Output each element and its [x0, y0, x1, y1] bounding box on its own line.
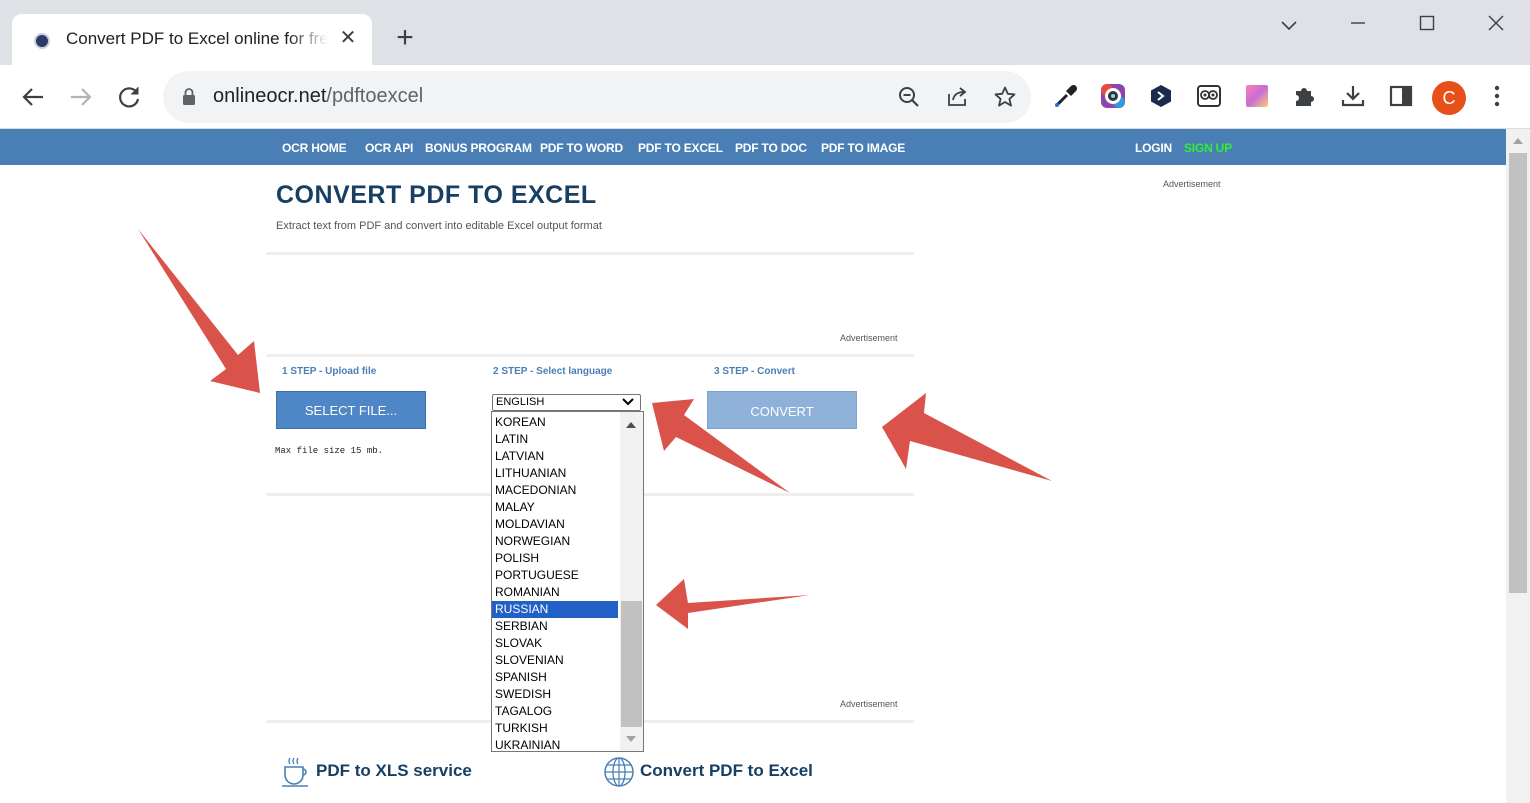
language-option[interactable]: TAGALOG — [492, 703, 618, 720]
side-advertisement-label: Advertisement — [1163, 179, 1221, 189]
nav-pdf-to-doc[interactable]: PDF TO DOC — [735, 141, 807, 155]
menu-icon[interactable] — [1484, 83, 1510, 109]
language-option[interactable]: ROMANIAN — [492, 584, 618, 601]
language-option[interactable]: MALAY — [492, 499, 618, 516]
language-option[interactable]: LITHUANIAN — [492, 465, 618, 482]
scroll-up-arrow-icon[interactable] — [626, 422, 636, 428]
language-option[interactable]: PORTUGUESE — [492, 567, 618, 584]
max-file-size-note: Max file size 15 mb. — [275, 446, 384, 456]
tab-search-icon[interactable] — [1274, 10, 1304, 40]
nav-pdf-to-word[interactable]: PDF TO WORD — [540, 141, 623, 155]
language-option[interactable]: LATVIAN — [492, 448, 618, 465]
language-option[interactable]: LATIN — [492, 431, 618, 448]
page-scroll-thumb[interactable] — [1509, 153, 1527, 593]
owl-extension-icon[interactable] — [1196, 83, 1222, 109]
globe-icon — [603, 756, 634, 788]
annotation-arrow — [882, 393, 1052, 481]
nav-sign-up[interactable]: SIGN UP — [1184, 141, 1232, 155]
site-favicon-icon — [34, 33, 50, 49]
scroll-down-arrow-icon[interactable] — [626, 736, 636, 742]
language-selected-value: ENGLISH — [496, 396, 545, 408]
coffee-cup-icon — [280, 756, 310, 788]
maximize-icon[interactable] — [1412, 10, 1442, 40]
nav-pdf-to-excel[interactable]: PDF TO EXCEL — [638, 141, 723, 155]
nav-login[interactable]: LOGIN — [1135, 141, 1172, 155]
annotation-arrow — [656, 579, 810, 629]
page-subtitle: Extract text from PDF and convert into e… — [276, 220, 602, 232]
language-option[interactable]: NORWEGIAN — [492, 533, 618, 550]
url-host: onlineocr.net — [213, 85, 327, 107]
url-path: /pdftoexcel — [326, 85, 424, 107]
site-nav: OCR HOME OCR API BONUS PROGRAM PDF TO WO… — [0, 129, 1506, 165]
annotation-arrow — [138, 229, 260, 393]
language-option[interactable]: SWEDISH — [492, 686, 618, 703]
feature-convert-pdf-to-excel: Convert PDF to Excel — [640, 761, 813, 780]
back-icon[interactable] — [17, 81, 49, 113]
page-title: CONVERT PDF TO EXCEL — [276, 181, 597, 209]
profile-avatar[interactable]: C — [1432, 81, 1466, 115]
language-option[interactable]: SERBIAN — [492, 618, 618, 635]
nav-bonus-program[interactable]: BONUS PROGRAM — [425, 141, 532, 155]
advertisement-label-top: Advertisement — [840, 333, 898, 343]
new-tab-icon[interactable]: + — [390, 23, 420, 54]
minimize-icon[interactable] — [1343, 10, 1373, 40]
share-icon[interactable] — [945, 85, 969, 109]
language-option[interactable]: MACEDONIAN — [492, 482, 618, 499]
camera-extension-icon[interactable] — [1100, 83, 1126, 109]
url-text[interactable]: onlineocr.net/pdftoexcel — [213, 85, 423, 108]
browser-toolbar: onlineocr.net/pdftoexcel C — [0, 65, 1530, 129]
page-scrollbar[interactable] — [1506, 129, 1530, 803]
feature-pdf-to-xls: PDF to XLS service — [316, 761, 472, 780]
scroll-up-arrow-icon[interactable] — [1513, 138, 1523, 144]
annotation-arrows — [138, 229, 1052, 629]
tab-title: Convert PDF to Excel online for free — [66, 29, 328, 48]
chevron-down-icon — [622, 397, 634, 407]
nav-ocr-api[interactable]: OCR API — [365, 141, 413, 155]
page-viewport: OCR HOME OCR API BONUS PROGRAM PDF TO WO… — [0, 129, 1506, 803]
language-option[interactable]: KOREAN — [492, 414, 618, 431]
divider — [266, 252, 914, 255]
star-icon[interactable] — [993, 85, 1017, 109]
side-panel-icon[interactable] — [1388, 83, 1414, 109]
lock-icon[interactable] — [182, 88, 196, 105]
language-option[interactable]: SLOVAK — [492, 635, 618, 652]
close-window-icon[interactable] — [1481, 10, 1511, 40]
download-icon[interactable] — [1340, 83, 1366, 109]
forward-icon[interactable] — [65, 81, 97, 113]
select-file-button[interactable]: SELECT FILE... — [276, 391, 426, 429]
reload-icon[interactable] — [113, 81, 145, 113]
nav-ocr-home[interactable]: OCR HOME — [282, 141, 347, 155]
language-dropdown-list[interactable]: KOREAN LATIN LATVIAN LITHUANIAN MACEDONIAN MA… — [491, 411, 644, 752]
dropdown-scroll-thumb[interactable] — [621, 601, 642, 727]
language-option[interactable]: POLISH — [492, 550, 618, 567]
browser-titlebar: Convert PDF to Excel online for free ✕ + — [0, 0, 1530, 65]
language-option[interactable]: UKRAINIAN — [492, 737, 618, 751]
browser-tab[interactable]: Convert PDF to Excel online for free ✕ — [12, 14, 372, 65]
eyedropper-icon[interactable] — [1053, 83, 1079, 109]
language-option[interactable]: MOLDAVIAN — [492, 516, 618, 533]
language-select[interactable]: ENGLISH — [492, 394, 641, 411]
language-option[interactable]: RUSSIAN — [492, 601, 618, 618]
address-bar[interactable]: onlineocr.net/pdftoexcel — [163, 71, 1031, 123]
language-option[interactable]: TURKISH — [492, 720, 618, 737]
step-1-label: 1 STEP - Upload file — [282, 366, 377, 377]
divider — [266, 354, 914, 357]
puzzle-icon[interactable] — [1292, 83, 1318, 109]
nav-pdf-to-image[interactable]: PDF TO IMAGE — [821, 141, 905, 155]
dropdown-scrollbar[interactable] — [620, 412, 643, 751]
convert-button[interactable]: CONVERT — [707, 391, 857, 429]
step-3-label: 3 STEP - Convert — [714, 366, 795, 377]
step-2-label: 2 STEP - Select language — [493, 366, 613, 377]
gradient-extension-icon[interactable] — [1244, 83, 1270, 109]
hex-extension-icon[interactable] — [1148, 83, 1174, 109]
close-tab-icon[interactable]: ✕ — [336, 26, 360, 50]
language-option[interactable]: SPANISH — [492, 669, 618, 686]
language-option[interactable]: SLOVENIAN — [492, 652, 618, 669]
advertisement-label-bottom: Advertisement — [840, 699, 898, 709]
zoom-out-icon[interactable] — [897, 85, 921, 109]
